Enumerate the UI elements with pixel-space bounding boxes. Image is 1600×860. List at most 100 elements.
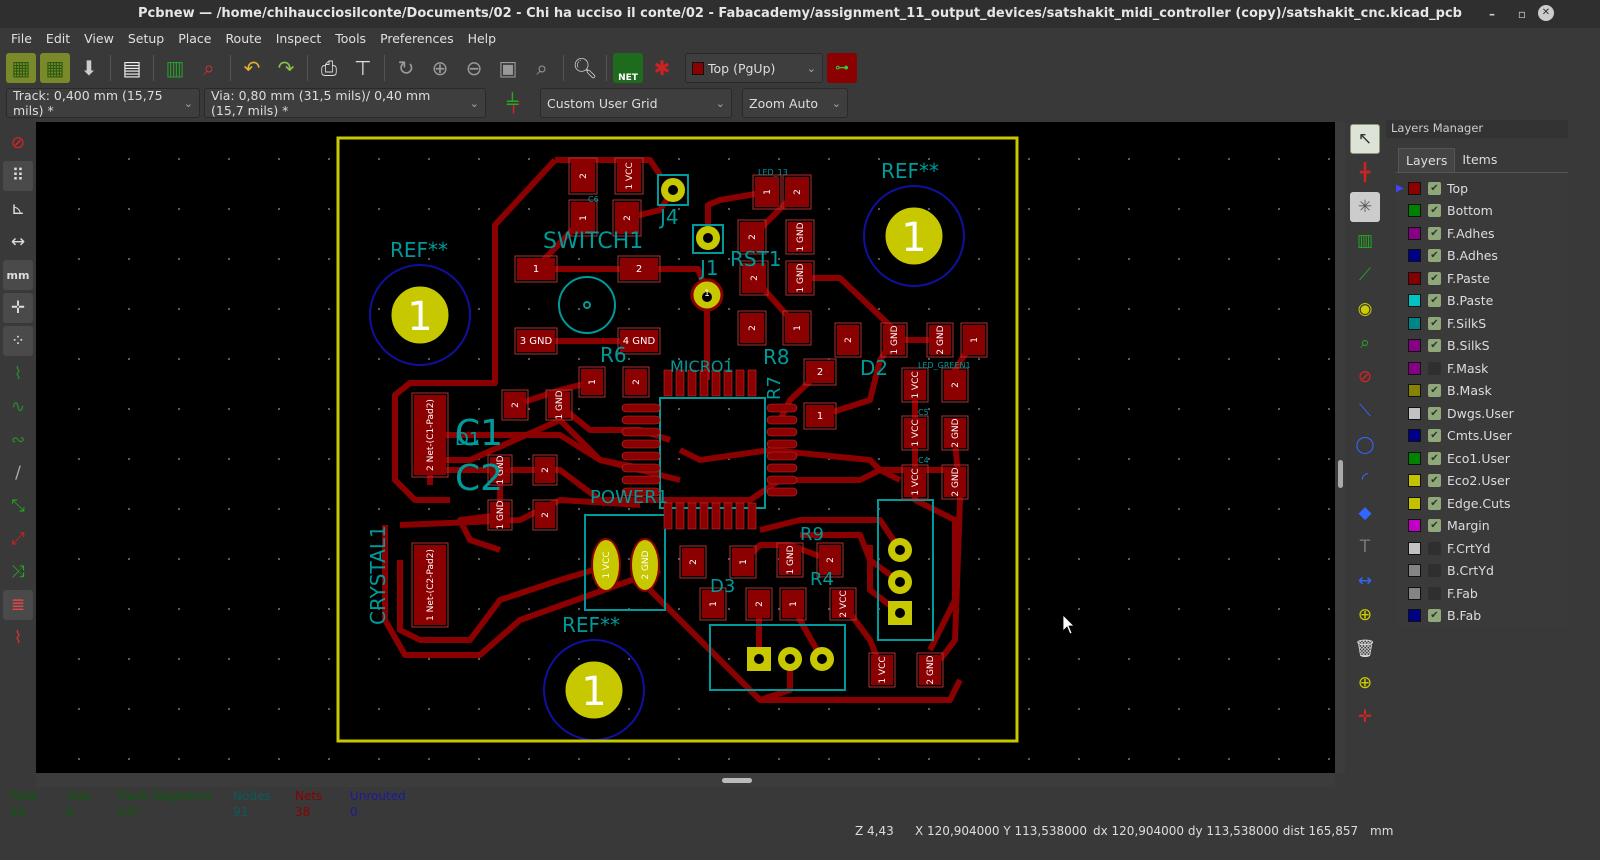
layer-row-top[interactable]: ▶ ✔ Top	[1396, 177, 1568, 200]
smd-pad[interactable]: 1 VCC	[901, 464, 929, 500]
scrollbar-thumb[interactable]	[722, 778, 752, 783]
grid-origin-icon[interactable]: ✛	[1350, 702, 1380, 732]
layer-color-swatch[interactable]	[1408, 361, 1421, 375]
add-dimension-icon[interactable]: ↔	[1350, 566, 1380, 596]
smd-pad[interactable]: 1 GND	[776, 542, 804, 578]
smd-pad[interactable]: 2 Net-(C1-Pad2)	[411, 392, 449, 478]
layer-color-swatch[interactable]	[1408, 609, 1421, 623]
layer-visibility-checkbox[interactable]: ✔	[1428, 316, 1441, 330]
draw-circle-icon[interactable]: ◯	[1350, 430, 1380, 460]
layer-row-b-fab[interactable]: ✔ B.Fab	[1396, 605, 1568, 628]
layer-color-swatch[interactable]	[1408, 226, 1421, 240]
layer-visibility-checkbox[interactable]: ✔	[1428, 429, 1441, 443]
layer-row-f-paste[interactable]: ✔ F.Paste	[1396, 267, 1568, 290]
vertical-scrollbar[interactable]	[1335, 122, 1345, 773]
drill-origin-icon[interactable]: ⊕	[1350, 668, 1380, 698]
delete-icon[interactable]: 🗑︎	[1350, 634, 1380, 664]
zoom-out-icon[interactable]: ⊖	[459, 53, 489, 83]
layer-color-swatch[interactable]	[1408, 249, 1421, 263]
smd-pad[interactable]: 1 GND	[487, 499, 513, 531]
layer-row-margin[interactable]: ✔ Margin	[1396, 515, 1568, 538]
horizontal-scrollbar[interactable]	[36, 773, 1335, 787]
tab-layers[interactable]: Layers	[1398, 148, 1456, 172]
layer-visibility-checkbox[interactable]	[1428, 541, 1441, 555]
menu-help[interactable]: Help	[461, 28, 504, 50]
layer-visibility-checkbox[interactable]	[1428, 361, 1441, 375]
layer-row-f-mask[interactable]: F.Mask	[1396, 357, 1568, 380]
mounting-hole[interactable]: 1	[543, 639, 645, 741]
undo-icon[interactable]: ↶	[237, 53, 267, 83]
cursor-shape-icon[interactable]: ✛	[3, 293, 33, 323]
layer-visibility-checkbox[interactable]: ✔	[1428, 384, 1441, 398]
layer-color-swatch[interactable]	[1408, 406, 1421, 420]
keepout-area-icon[interactable]: ⊘	[1350, 362, 1380, 392]
print-icon[interactable]: ⎙	[314, 53, 344, 83]
menu-edit[interactable]: Edit	[39, 28, 77, 50]
layer-color-swatch[interactable]	[1408, 496, 1421, 510]
smd-pad[interactable]: 2	[737, 310, 767, 346]
smd-pad[interactable]: 2 VCC	[829, 587, 857, 621]
grid-select[interactable]: Custom User Grid ⌄	[540, 88, 732, 118]
drc-off-icon[interactable]: ⊘	[3, 128, 33, 158]
layer-pair-icon[interactable]: ⊶	[827, 53, 857, 83]
smd-pad[interactable]: 1 GND	[880, 322, 908, 358]
smd-pad[interactable]: 1 Net-(C2-Pad2)	[411, 542, 449, 628]
smd-pad[interactable]: 1 GND	[785, 260, 815, 296]
inch-units-icon[interactable]: ↔	[3, 227, 33, 257]
find-icon[interactable]: 🔍︎	[570, 53, 600, 83]
layer-visibility-checkbox[interactable]: ✔	[1428, 609, 1441, 623]
redraw-icon[interactable]: ↻	[391, 53, 421, 83]
layer-color-swatch[interactable]	[1408, 451, 1421, 465]
layer-row-cmts-user[interactable]: ✔ Cmts.User	[1396, 425, 1568, 448]
smd-pad[interactable]: 1 GND	[545, 389, 573, 421]
smd-pad[interactable]: 2	[532, 454, 558, 486]
layer-row-eco2-user[interactable]: ✔ Eco2.User	[1396, 470, 1568, 493]
layer-color-swatch[interactable]	[1408, 316, 1421, 330]
through-hole-pad[interactable]	[888, 601, 912, 625]
tab-items[interactable]: Items	[1455, 148, 1504, 172]
show-vias-icon[interactable]: ⤡	[3, 491, 33, 521]
through-hole-pad[interactable]	[810, 647, 834, 671]
smd-pad[interactable]: 1	[960, 322, 988, 358]
pcb-canvas[interactable]: 2 1 VCC 1 2 1 2 3 GND 4 GND 1 2 2 1 GND 2 1 GND 2 1 2 1 G…	[36, 122, 1335, 773]
smd-pad[interactable]: 2	[782, 174, 812, 210]
menu-view[interactable]: View	[77, 28, 121, 50]
layer-color-swatch[interactable]	[1408, 384, 1421, 398]
local-ratsnest-icon[interactable]: ⌇	[3, 359, 33, 389]
power-pad[interactable]: 1 VCC	[591, 538, 621, 592]
track-outline-icon[interactable]: ⤢	[3, 524, 33, 554]
layer-visibility-checkbox[interactable]: ✔	[1428, 294, 1441, 308]
smd-pad[interactable]: 2	[568, 157, 598, 195]
microwave-icon[interactable]: ⌇	[3, 623, 33, 653]
layer-row-f-adhes[interactable]: ✔ F.Adhes	[1396, 222, 1568, 245]
smd-pad[interactable]: 2	[501, 389, 529, 421]
layer-visibility-checkbox[interactable]: ✔	[1428, 249, 1441, 263]
smd-pad[interactable]: 1 VCC	[901, 415, 929, 451]
highlight-net-icon[interactable]: ╋	[1350, 158, 1380, 188]
smd-pad[interactable]: 2	[941, 367, 969, 403]
smd-pad[interactable]: 2	[617, 255, 661, 283]
via-size-select[interactable]: Via: 0,80 mm (31,5 mils)/ 0,40 mm (15,7 …	[204, 88, 486, 118]
layer-color-swatch[interactable]	[1408, 564, 1421, 578]
layer-color-swatch[interactable]	[1408, 474, 1421, 488]
layer-row-f-silks[interactable]: ✔ F.SilkS	[1396, 312, 1568, 335]
layer-visibility-checkbox[interactable]: ✔	[1428, 271, 1441, 285]
through-hole-pad[interactable]	[888, 570, 912, 594]
smd-pad[interactable]: 1	[782, 310, 812, 346]
local-ratsnest-icon[interactable]: ✳	[1350, 192, 1380, 222]
layer-row-b-silks[interactable]: ✔ B.SilkS	[1396, 335, 1568, 358]
layer-visibility-checkbox[interactable]: ✔	[1428, 226, 1441, 240]
layer-row-f-fab[interactable]: F.Fab	[1396, 582, 1568, 605]
select-cursor-icon[interactable]: ↖	[1350, 124, 1380, 154]
auto-delete-track-icon[interactable]: ∿	[3, 392, 33, 422]
layer-visibility-checkbox[interactable]: ✔	[1428, 496, 1441, 510]
add-via-icon[interactable]: ◉	[1350, 294, 1380, 324]
layer-color-swatch[interactable]	[1408, 294, 1421, 308]
mounting-hole[interactable]: 1	[863, 185, 965, 287]
layer-visibility-checkbox[interactable]	[1428, 586, 1441, 600]
draw-polygon-icon[interactable]: ◆	[1350, 498, 1380, 528]
menu-setup[interactable]: Setup	[121, 28, 171, 50]
redo-icon[interactable]: ↷	[271, 53, 301, 83]
high-contrast-icon[interactable]: ≣	[3, 590, 33, 620]
smd-pad[interactable]: 1	[803, 402, 837, 430]
